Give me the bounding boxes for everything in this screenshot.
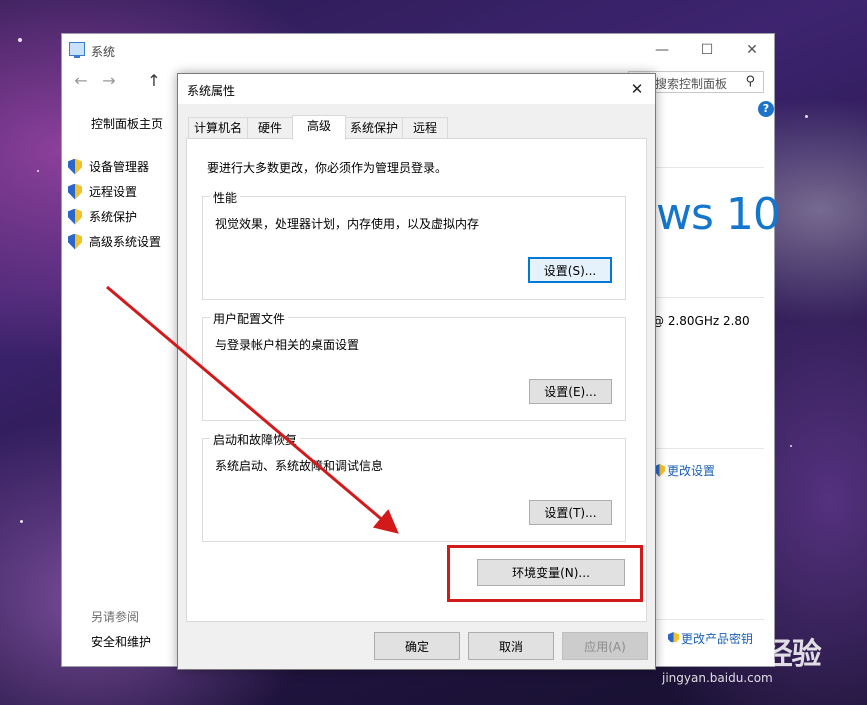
watermark-logo: Baidu 经验 — [662, 637, 822, 672]
baidu-watermark: Baidu 经验 jingyan.baidu.com — [662, 629, 822, 685]
watermark-url: jingyan.baidu.com — [662, 671, 773, 685]
annotation-overlay — [106, 285, 399, 534]
tab-advanced[interactable]: 高级 — [292, 115, 346, 140]
highlight-box — [447, 545, 643, 602]
red-arrow-annotation — [106, 285, 399, 534]
